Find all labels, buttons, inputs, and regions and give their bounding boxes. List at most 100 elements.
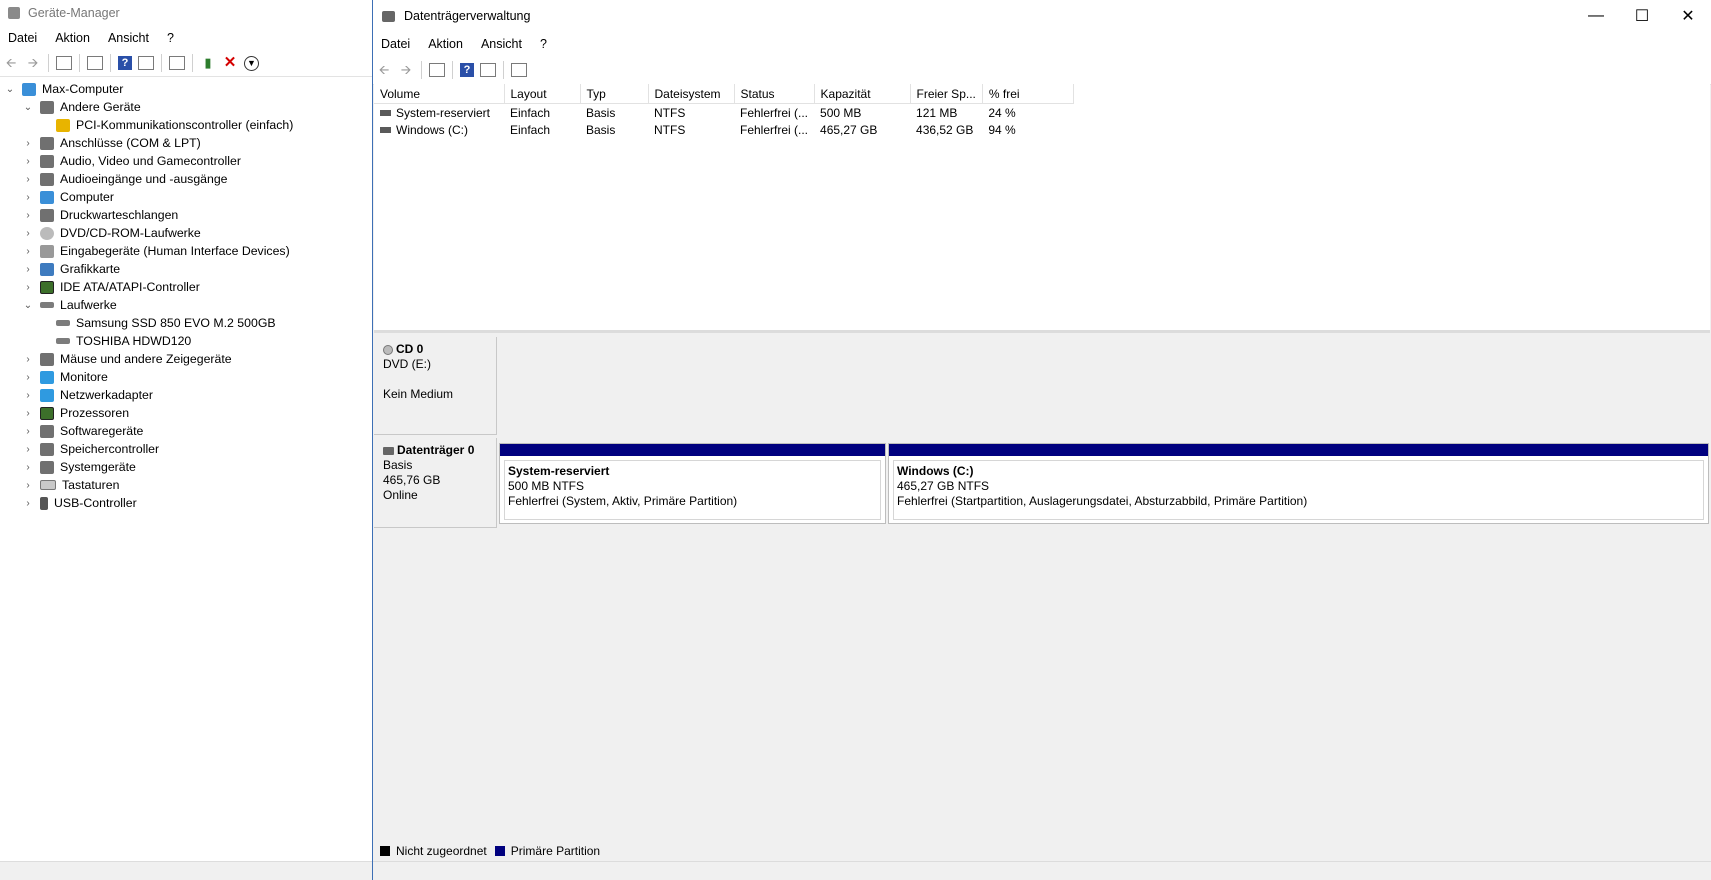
tree-category-item[interactable]: › Systemgeräte — [0, 458, 372, 476]
column-header[interactable]: Layout — [504, 84, 581, 104]
expand-chevron-icon[interactable]: › — [22, 372, 34, 383]
expand-chevron-icon[interactable]: › — [22, 192, 34, 203]
tree-category-item[interactable]: › Tastaturen — [0, 476, 372, 494]
tree-category-item[interactable]: › Grafikkarte — [0, 260, 372, 278]
tree-category-item[interactable]: › Computer — [0, 188, 372, 206]
partition-system-reserved[interactable]: System-reserviert 500 MB NTFS Fehlerfrei… — [499, 443, 886, 524]
back-arrow-icon[interactable]: 🡨 — [3, 55, 19, 71]
tree-device-item[interactable]: TOSHIBA HDWD120 — [0, 332, 372, 350]
disk-management-toolbar: 🡨 🡪 ? — [373, 56, 1711, 85]
tree-category-item[interactable]: › Druckwarteschlangen — [0, 206, 372, 224]
disable-device-icon[interactable]: ▼ — [244, 55, 259, 71]
console-tree-icon[interactable] — [56, 56, 72, 70]
disk-label-cd0[interactable]: CD 0 DVD (E:) Kein Medium — [374, 337, 497, 435]
view-icon[interactable] — [138, 56, 154, 70]
expand-chevron-icon[interactable]: › — [22, 156, 34, 167]
expand-chevron-icon[interactable]: › — [22, 138, 34, 149]
maximize-icon[interactable]: ☐ — [1619, 0, 1665, 32]
menu-datei[interactable]: Datei — [373, 37, 419, 51]
tree-category-item[interactable]: › IDE ATA/ATAPI-Controller — [0, 278, 372, 296]
legend-swatch — [494, 846, 505, 856]
expand-chevron-icon[interactable]: › — [22, 174, 34, 185]
disk-row-cd0[interactable]: CD 0 DVD (E:) Kein Medium — [374, 337, 1710, 435]
menu-aktion[interactable]: Aktion — [46, 31, 99, 45]
tree-category-item[interactable]: › Netzwerkadapter — [0, 386, 372, 404]
column-header[interactable]: Freier Sp... — [910, 84, 983, 104]
disk-row-disk0[interactable]: Datenträger 0 Basis 465,76 GB Online Sys… — [374, 438, 1710, 528]
disk-label-disk0[interactable]: Datenträger 0 Basis 465,76 GB Online — [374, 438, 497, 528]
minimize-icon[interactable]: — — [1573, 0, 1619, 32]
tree-category-item[interactable]: › Prozessoren — [0, 404, 372, 422]
gpu-icon — [40, 262, 54, 276]
properties-icon[interactable] — [87, 56, 103, 70]
legend-item-primary: Primäre Partition — [494, 844, 601, 858]
menu-datei[interactable]: Datei — [0, 31, 46, 45]
column-header[interactable]: Kapazität — [814, 84, 911, 104]
tree-category-item[interactable]: › Speichercontroller — [0, 440, 372, 458]
column-header[interactable]: Dateisystem — [648, 84, 735, 104]
help-icon[interactable]: ? — [460, 63, 474, 77]
collapse-chevron-icon[interactable]: ⌄ — [22, 102, 34, 113]
tree-category-item[interactable]: ⌄ Laufwerke — [0, 296, 372, 314]
tree-category-item[interactable]: › DVD/CD-ROM-Laufwerke — [0, 224, 372, 242]
expand-chevron-icon[interactable]: › — [22, 282, 34, 293]
table-cell: Windows (C:) — [374, 121, 504, 138]
column-header[interactable]: Typ — [580, 84, 649, 104]
menu-help[interactable]: ? — [158, 31, 183, 45]
expand-chevron-icon[interactable]: › — [22, 390, 34, 401]
console-tree-icon[interactable] — [429, 63, 445, 77]
cell-text: 24 % — [988, 105, 1016, 120]
tree-category-item[interactable]: › Monitore — [0, 368, 372, 386]
tree-root[interactable]: ⌄ Max-Computer — [0, 80, 372, 98]
tree-category-item[interactable]: › Mäuse und andere Zeigegeräte — [0, 350, 372, 368]
volume-list: Volume Layout Typ Dateisystem Status Kapazitä… — [374, 84, 1710, 333]
column-header[interactable]: Volume — [374, 84, 505, 104]
expand-chevron-icon[interactable]: › — [22, 462, 34, 473]
expand-chevron-icon[interactable]: › — [22, 246, 34, 257]
expand-chevron-icon[interactable]: › — [22, 264, 34, 275]
back-arrow-icon[interactable]: 🡨 — [376, 62, 392, 78]
uninstall-device-icon[interactable]: ✕ — [222, 55, 238, 71]
forward-arrow-icon[interactable]: 🡪 — [25, 55, 41, 71]
table-row[interactable]: System-reserviert Einfach Basis NTFS Fehlerf… — [374, 104, 1073, 122]
expand-chevron-icon[interactable]: › — [22, 480, 34, 491]
tree-device-item[interactable]: PCI-Kommunikationscontroller (einfach) — [0, 116, 372, 134]
update-driver-icon[interactable]: ▮ — [200, 55, 216, 71]
tree-category-item[interactable]: › USB-Controller — [0, 494, 372, 512]
expand-chevron-icon[interactable]: › — [22, 498, 34, 509]
expand-chevron-icon[interactable]: › — [22, 228, 34, 239]
menu-ansicht[interactable]: Ansicht — [472, 37, 531, 51]
expand-chevron-icon[interactable]: › — [22, 210, 34, 221]
menu-ansicht[interactable]: Ansicht — [99, 31, 158, 45]
expand-chevron-icon[interactable]: › — [22, 354, 34, 365]
tree-category-item[interactable]: › Softwaregeräte — [0, 422, 372, 440]
view-icon[interactable] — [480, 63, 496, 77]
column-header[interactable]: Status — [734, 84, 815, 104]
column-header[interactable]: % frei — [982, 84, 1074, 104]
settings-icon[interactable] — [511, 63, 527, 77]
forward-arrow-icon[interactable]: 🡪 — [398, 62, 414, 78]
help-icon[interactable]: ? — [118, 56, 132, 70]
menu-help[interactable]: ? — [531, 37, 556, 51]
menu-aktion[interactable]: Aktion — [419, 37, 472, 51]
table-row[interactable]: Windows (C:) Einfach Basis NTFS Fehlerfrei (… — [374, 121, 1073, 138]
tree-category-item[interactable]: › Eingabegeräte (Human Interface Devices) — [0, 242, 372, 260]
tree-category-item[interactable]: › Audio, Video und Gamecontroller — [0, 152, 372, 170]
tree-category-item[interactable]: ⌄ Andere Geräte — [0, 98, 372, 116]
expand-chevron-icon[interactable]: › — [22, 426, 34, 437]
tree-item-label: Audio, Video und Gamecontroller — [60, 154, 241, 168]
disk-management-titlebar: Datenträgerverwaltung — ☐ ✕ — [373, 0, 1711, 32]
partition-windows-c[interactable]: Windows (C:) 465,27 GB NTFS Fehlerfrei (… — [888, 443, 1709, 524]
close-icon[interactable]: ✕ — [1665, 0, 1711, 32]
expand-chevron-icon[interactable]: › — [22, 408, 34, 419]
tree-device-item[interactable]: Samsung SSD 850 EVO M.2 500GB — [0, 314, 372, 332]
legend-label: Primäre Partition — [510, 844, 601, 858]
expand-chevron-icon[interactable]: › — [22, 444, 34, 455]
tree-category-item[interactable]: › Anschlüsse (COM & LPT) — [0, 134, 372, 152]
device-tree: ⌄ Max-Computer ⌄ Andere Geräte PCI-Kommuni… — [0, 77, 372, 512]
device-manager-titlebar: Geräte-Manager — [0, 0, 372, 26]
collapse-chevron-icon[interactable]: ⌄ — [4, 84, 16, 95]
collapse-chevron-icon[interactable]: ⌄ — [22, 300, 34, 311]
tree-category-item[interactable]: › Audioeingänge und -ausgänge — [0, 170, 372, 188]
scan-hardware-icon[interactable] — [169, 56, 185, 70]
